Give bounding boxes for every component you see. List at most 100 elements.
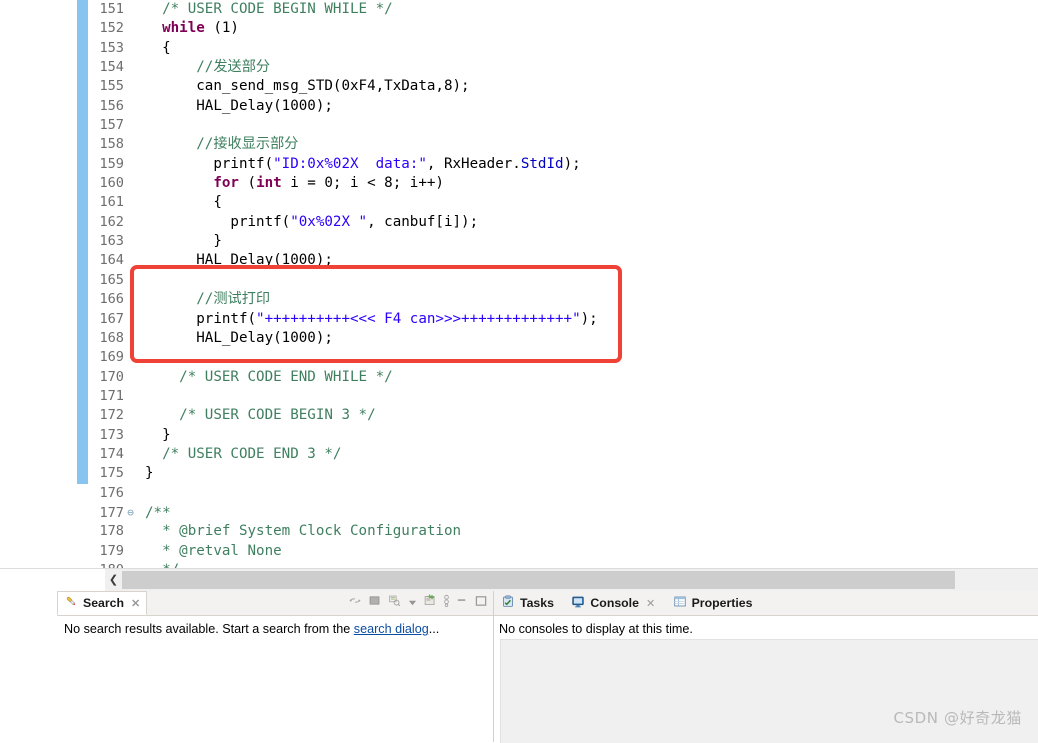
line-number: 175 (99, 465, 124, 482)
code-line-text: can_send_msg_STD(0xF4,TxData,8); (137, 77, 469, 96)
code-line[interactable]: 170 /* USER CODE END WHILE */ (88, 368, 1038, 387)
code-line[interactable]: 161 { (88, 193, 1038, 212)
code-token: printf( (145, 155, 274, 172)
tab-search[interactable]: Search ✕ (57, 591, 148, 615)
code-editor[interactable]: 151 /* USER CODE BEGIN WHILE */152 while… (0, 0, 1038, 568)
code-line-text: /* USER CODE END 3 */ (137, 445, 341, 464)
csdn-watermark: CSDN @好奇龙猫 (893, 709, 1022, 727)
code-line-text: } (137, 464, 154, 483)
new-search-icon[interactable] (423, 594, 437, 612)
line-number: 174 (99, 445, 124, 462)
code-token: ); (580, 310, 598, 327)
scrollbar-track[interactable] (122, 571, 1038, 589)
line-number: 154 (99, 59, 124, 76)
code-line[interactable]: 154 //发送部分 (88, 58, 1038, 77)
code-line[interactable]: 177 ⊖ /** (88, 503, 1038, 522)
search-message-prefix: No search results available. Start a sea… (64, 622, 354, 636)
line-number: 152 (99, 20, 124, 37)
code-line-text: HAL_Delay(1000); (137, 329, 333, 348)
code-line[interactable]: 152 while (1) (88, 19, 1038, 38)
maximize-icon[interactable] (475, 594, 488, 612)
code-line[interactable]: 167 printf("++++++++++<<< F4 can>>>+++++… (88, 310, 1038, 329)
line-number: 157 (99, 117, 124, 134)
code-token: int (256, 175, 282, 192)
tab-properties[interactable]: Properties (666, 591, 759, 615)
view-menu-dropdown-icon[interactable] (408, 594, 417, 612)
code-line[interactable]: 162 printf("0x%02X ", canbuf[i]); (88, 213, 1038, 232)
stop-search-icon[interactable] (368, 594, 381, 612)
code-line[interactable]: 168 HAL_Delay(1000); (88, 329, 1038, 348)
code-line-text: //测试打印 (137, 290, 270, 309)
console-view-tabbar: Tasks Console ✕ Properties (494, 591, 1038, 616)
code-line[interactable]: 157 (88, 116, 1038, 135)
line-number: 177 (99, 504, 124, 521)
scroll-left-arrow-icon[interactable]: ❮ (105, 569, 122, 591)
code-line-text: /** (137, 504, 171, 523)
code-token: } (145, 233, 222, 250)
code-line[interactable]: 163 } (88, 232, 1038, 251)
code-token: ); (563, 155, 581, 172)
line-number: 153 (99, 39, 124, 56)
tab-console[interactable]: Console ✕ (564, 591, 661, 615)
code-line-text: printf("0x%02X ", canbuf[i]); (137, 213, 478, 232)
code-token: i = 0; i < 8; i++) (281, 175, 444, 192)
scrollbar-thumb[interactable] (122, 571, 955, 589)
code-line[interactable]: 176 (88, 484, 1038, 503)
code-token: /** (145, 504, 171, 521)
code-token: "++++++++++<<< F4 can>>>+++++++++++++" (256, 310, 581, 327)
tab-console-close-icon[interactable]: ✕ (646, 597, 655, 610)
search-view-body: No search results available. Start a sea… (57, 616, 493, 742)
line-number: 171 (99, 387, 124, 404)
code-line[interactable]: 166 //测试打印 (88, 290, 1038, 309)
code-token: for (213, 175, 239, 192)
code-line[interactable]: 172 /* USER CODE BEGIN 3 */ (88, 406, 1038, 425)
code-line[interactable]: 159 printf("ID:0x%02X data:", RxHeader.S… (88, 155, 1038, 174)
code-line[interactable]: 155 can_send_msg_STD(0xF4,TxData,8); (88, 77, 1038, 96)
show-previous-searches-icon[interactable] (387, 594, 402, 612)
scrollbar-left-gap (0, 569, 105, 591)
code-line[interactable]: 179 * @retval None (88, 542, 1038, 561)
tab-search-close-icon[interactable]: ✕ (131, 597, 140, 610)
run-current-search-icon[interactable] (443, 594, 450, 612)
search-empty-message: No search results available. Start a sea… (57, 616, 493, 636)
code-token: * @retval None (145, 542, 282, 559)
code-line[interactable]: 175} (88, 464, 1038, 483)
code-line[interactable]: 153 { (88, 39, 1038, 58)
code-line[interactable]: 169 (88, 348, 1038, 367)
line-number: 168 (99, 329, 124, 346)
code-line[interactable]: 171 (88, 387, 1038, 406)
search-dialog-link[interactable]: search dialog (354, 622, 429, 636)
fold-collapse-icon[interactable]: ⊖ (124, 503, 137, 522)
line-number: 167 (99, 310, 124, 327)
code-line-text: HAL_Delay(1000); (137, 97, 333, 116)
pin-view-icon[interactable] (348, 594, 362, 612)
code-token: //发送部分 (145, 59, 271, 76)
tab-tasks[interactable]: Tasks (494, 591, 560, 615)
code-token: printf( (145, 213, 291, 230)
tasks-icon (501, 595, 515, 611)
code-line[interactable]: 174 /* USER CODE END 3 */ (88, 445, 1038, 464)
code-line[interactable]: 156 HAL_Delay(1000); (88, 97, 1038, 116)
code-line-text: /* USER CODE BEGIN WHILE */ (137, 0, 393, 19)
code-line[interactable]: 151 /* USER CODE BEGIN WHILE */ (88, 0, 1038, 19)
code-text-area[interactable]: 151 /* USER CODE BEGIN WHILE */152 while… (88, 0, 1038, 568)
code-line[interactable]: 178 * @brief System Clock Configuration (88, 522, 1038, 541)
line-number: 176 (99, 484, 124, 501)
editor-horizontal-scrollbar[interactable]: ❮ (0, 568, 1038, 591)
minimize-icon[interactable] (456, 594, 469, 612)
code-line[interactable]: 180 */ (88, 561, 1038, 568)
line-number: 169 (99, 349, 124, 366)
code-line[interactable]: 158 //接收显示部分 (88, 135, 1038, 154)
code-line-text: /* USER CODE END WHILE */ (137, 368, 393, 387)
code-token: while (162, 20, 205, 37)
code-line[interactable]: 165 (88, 271, 1038, 290)
code-line[interactable]: 160 for (int i = 0; i < 8; i++) (88, 174, 1038, 193)
code-token: StdId (520, 155, 564, 172)
tab-properties-label: Properties (691, 596, 753, 610)
code-line[interactable]: 173 } (88, 426, 1038, 445)
editor-change-bar (77, 0, 88, 484)
code-line[interactable]: 164 HAL_Delay(1000); (88, 251, 1038, 270)
bottom-panel-area: Search ✕ No search results available. St… (0, 591, 1038, 743)
bottom-left-gap (0, 591, 57, 742)
editor-change-bar-empty (77, 484, 88, 568)
